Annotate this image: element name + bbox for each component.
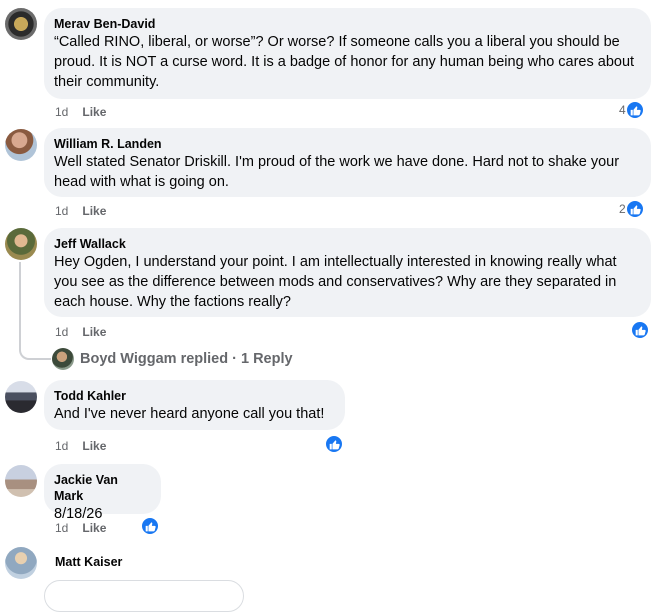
comment-actions: 1d Like — [55, 520, 106, 536]
thumbs-up-icon — [625, 200, 644, 218]
avatar[interactable] — [5, 129, 37, 161]
comment-text: Hey Ogden, I understand your point. I am… — [54, 254, 617, 310]
comment-author[interactable]: William R. Landen — [54, 136, 639, 152]
comment-actions: 1d Like — [55, 438, 106, 454]
like-button[interactable]: Like — [82, 105, 106, 119]
reaction-summary[interactable] — [631, 321, 649, 339]
comment-time[interactable]: 1d — [55, 204, 68, 218]
comment-time[interactable]: 1d — [55, 105, 68, 119]
comment-time[interactable]: 1d — [55, 521, 68, 535]
reaction-summary[interactable]: 4 — [619, 101, 644, 119]
comment-author[interactable]: Jeff Wallack — [54, 236, 639, 252]
replies-label: Boyd Wiggam replied · 1 Reply — [80, 351, 293, 367]
thread-connector — [19, 262, 51, 360]
thumbs-up-icon — [625, 101, 644, 119]
comment-bubble: Jeff Wallack Hey Ogden, I understand you… — [44, 228, 651, 317]
comment-text: Well stated Senator Driskill. I'm proud … — [54, 154, 620, 190]
avatar[interactable] — [5, 8, 37, 40]
comment-author[interactable]: Jackie Van Mark — [54, 472, 149, 504]
comment-actions: 1d Like — [55, 104, 106, 120]
reaction-count: 4 — [619, 103, 626, 117]
thumbs-up-icon — [631, 321, 649, 339]
avatar — [52, 348, 74, 370]
comment-actions: 1d Like — [55, 324, 106, 340]
comment-author[interactable]: Merav Ben-David — [54, 16, 639, 32]
comment-time[interactable]: 1d — [55, 439, 68, 453]
comment-text: And I've never heard anyone call you tha… — [54, 406, 325, 422]
reaction-summary[interactable] — [141, 517, 159, 535]
reaction-summary[interactable] — [325, 435, 343, 453]
comment-bubble — [44, 580, 244, 612]
comment-author[interactable]: Todd Kahler — [54, 388, 333, 404]
reaction-summary[interactable]: 2 — [619, 200, 644, 218]
comment-time[interactable]: 1d — [55, 325, 68, 339]
view-replies-link[interactable]: Boyd Wiggam replied · 1 Reply — [52, 348, 293, 370]
avatar[interactable] — [5, 465, 37, 497]
comment-actions: 1d Like — [55, 203, 106, 219]
comment-bubble: Jackie Van Mark 8/18/26 — [44, 464, 161, 522]
thumbs-up-icon — [325, 435, 343, 453]
like-button[interactable]: Like — [82, 439, 106, 453]
avatar[interactable] — [5, 381, 37, 413]
comment-author[interactable]: Matt Kaiser — [55, 554, 122, 570]
reaction-count: 2 — [619, 202, 626, 216]
comment-bubble: Todd Kahler And I've never heard anyone … — [44, 380, 345, 430]
avatar[interactable] — [5, 547, 37, 579]
avatar[interactable] — [5, 228, 37, 260]
like-button[interactable]: Like — [82, 521, 106, 535]
thumbs-up-icon — [141, 517, 159, 535]
like-button[interactable]: Like — [82, 325, 106, 339]
comment-text: “Called RINO, liberal, or worse”? Or wor… — [54, 34, 635, 90]
like-button[interactable]: Like — [82, 204, 106, 218]
comment-bubble: Merav Ben-David “Called RINO, liberal, o… — [44, 8, 651, 99]
comment-bubble: William R. Landen Well stated Senator Dr… — [44, 128, 651, 197]
